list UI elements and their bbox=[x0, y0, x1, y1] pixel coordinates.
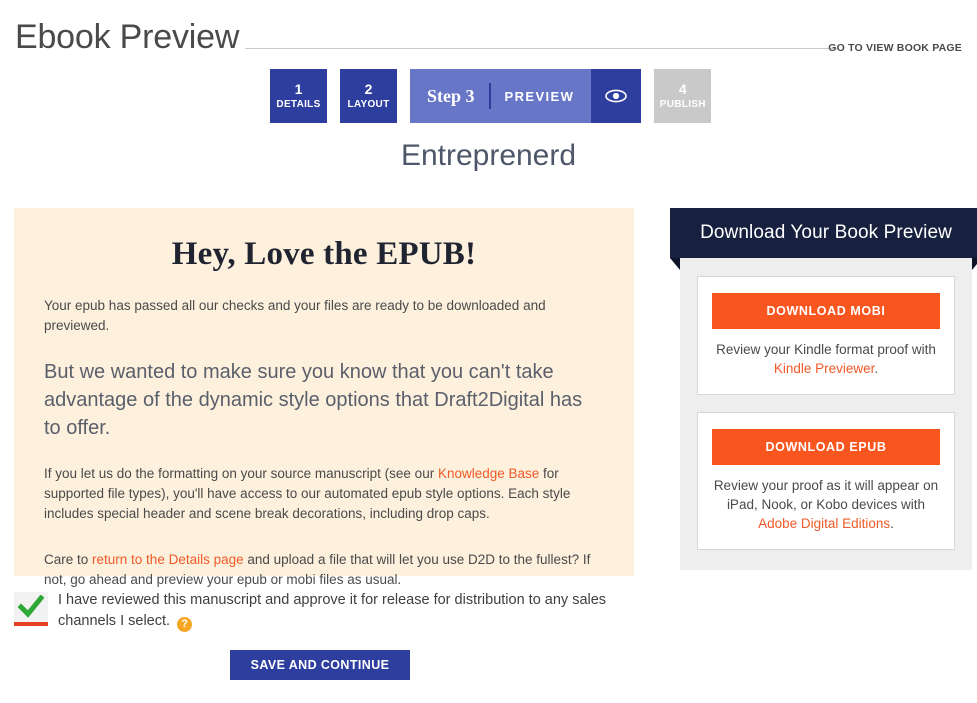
step-4-publish[interactable]: 4 PUBLISH bbox=[654, 69, 712, 123]
step-2-layout[interactable]: 2 LAYOUT bbox=[340, 69, 397, 123]
step-2-number: 2 bbox=[364, 80, 373, 97]
notice-closing-part1: Care to bbox=[44, 552, 93, 567]
help-icon[interactable]: ? bbox=[177, 617, 193, 632]
notice-intro: Your epub has passed all our checks and … bbox=[44, 298, 546, 333]
step-4-label: PUBLISH bbox=[659, 98, 706, 110]
download-epub-button[interactable]: DOWNLOAD EPUB bbox=[712, 429, 940, 465]
download-panel-body: DOWNLOAD MOBI Review your Kindle format … bbox=[680, 258, 972, 570]
download-epub-caption: Review your proof as it will appear on i… bbox=[712, 476, 940, 533]
step-1-label: DETAILS bbox=[276, 98, 321, 110]
save-and-continue-button[interactable]: SAVE AND CONTINUE bbox=[230, 650, 410, 680]
mobi-caption-part1: Review your Kindle format proof with bbox=[716, 342, 936, 357]
download-card-mobi: DOWNLOAD MOBI Review your Kindle format … bbox=[697, 276, 955, 395]
page-title: Ebook Preview bbox=[15, 18, 240, 56]
step-3-name: PREVIEW bbox=[504, 88, 575, 104]
adobe-digital-editions-link[interactable]: Adobe Digital Editions bbox=[758, 516, 890, 531]
step-3-preview-current[interactable]: Step 3 PREVIEW bbox=[410, 69, 642, 123]
notice-lead: But we wanted to make sure you know that… bbox=[44, 361, 583, 439]
step-3-step-label: Step 3 bbox=[427, 85, 475, 106]
book-title: Entreprenerd bbox=[400, 139, 577, 172]
download-mobi-caption: Review your Kindle format proof with Kin… bbox=[712, 340, 940, 378]
epub-caption-part1: Review your proof as it will appear on i… bbox=[713, 478, 939, 512]
preview-eye-button[interactable] bbox=[591, 69, 642, 123]
approval-checkbox[interactable] bbox=[14, 592, 48, 626]
download-card-epub: DOWNLOAD EPUB Review your proof as it wi… bbox=[697, 412, 955, 550]
epub-notice-panel: Hey, Love the EPUB! Your epub has passed… bbox=[14, 208, 634, 587]
download-preview-panel: Download Your Book Preview DOWNLOAD MOBI… bbox=[660, 208, 977, 570]
approval-row: I have reviewed this manuscript and appr… bbox=[14, 590, 634, 632]
kindle-previewer-link[interactable]: Kindle Previewer bbox=[774, 361, 875, 376]
header-divider bbox=[245, 48, 837, 49]
epub-caption-part2: . bbox=[890, 516, 894, 531]
return-to-details-page-link[interactable]: return to the Details page bbox=[92, 552, 244, 567]
eye-icon bbox=[605, 89, 628, 103]
notice-body-part1: If you let us do the formatting on your … bbox=[44, 466, 438, 481]
knowledge-base-link[interactable]: Knowledge Base bbox=[438, 466, 539, 481]
notice-closing: Care to return to the Details page and u… bbox=[44, 550, 604, 590]
step-3-divider bbox=[488, 83, 491, 109]
step-4-number: 4 bbox=[678, 80, 687, 97]
notice-body: If you let us do the formatting on your … bbox=[44, 464, 604, 524]
page-header: Ebook Preview GO TO VIEW BOOK PAGE bbox=[0, 0, 977, 60]
step-3-body: Step 3 PREVIEW bbox=[410, 69, 592, 123]
notice-heading: Hey, Love the EPUB! bbox=[171, 236, 477, 272]
mobi-caption-part2: . bbox=[874, 361, 879, 376]
approval-text: I have reviewed this manuscript and appr… bbox=[58, 592, 607, 629]
step-1-details[interactable]: 1 DETAILS bbox=[270, 69, 327, 123]
step-progress-bar: 1 DETAILS 2 LAYOUT Step 3 PREVIEW 4 PUBL… bbox=[270, 69, 724, 125]
step-1-number: 1 bbox=[294, 80, 303, 97]
download-panel-title: Download Your Book Preview bbox=[670, 208, 977, 270]
checkmark-icon bbox=[18, 595, 44, 618]
download-mobi-button[interactable]: DOWNLOAD MOBI bbox=[712, 293, 940, 329]
approval-label: I have reviewed this manuscript and appr… bbox=[58, 590, 634, 632]
go-to-view-book-page-link[interactable]: GO TO VIEW BOOK PAGE bbox=[828, 42, 962, 54]
step-2-label: LAYOUT bbox=[347, 98, 390, 110]
